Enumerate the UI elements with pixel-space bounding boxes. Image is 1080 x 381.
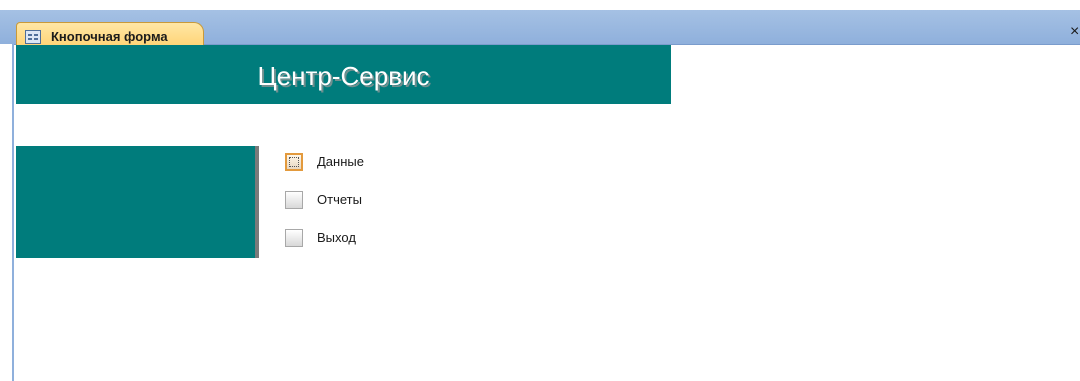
- tab-label: Кнопочная форма: [51, 29, 168, 44]
- menu-item-reports[interactable]: Отчеты: [285, 191, 405, 211]
- menu-item-label: Данные: [317, 154, 364, 169]
- reports-button[interactable]: [285, 191, 303, 209]
- data-button[interactable]: [285, 153, 303, 171]
- form-title: Центр-Сервис: [257, 61, 430, 91]
- menu-item-exit[interactable]: Выход: [285, 229, 405, 249]
- header-banner: Центр-Сервис: [16, 45, 671, 104]
- menu-item-data[interactable]: Данные: [285, 153, 405, 173]
- access-window: Кнопочная форма × Центр-Сервис Данные От…: [0, 0, 1080, 381]
- top-strip: [0, 0, 1080, 10]
- menu-item-label: Отчеты: [317, 192, 362, 207]
- menu-item-label: Выход: [317, 230, 356, 245]
- close-icon[interactable]: ×: [1070, 23, 1080, 41]
- left-panel-edge: [255, 146, 259, 258]
- left-border: [0, 44, 14, 381]
- left-decorative-panel: [16, 146, 255, 258]
- form-icon: [25, 30, 41, 44]
- exit-button[interactable]: [285, 229, 303, 247]
- document-tab-bar: Кнопочная форма ×: [0, 10, 1080, 52]
